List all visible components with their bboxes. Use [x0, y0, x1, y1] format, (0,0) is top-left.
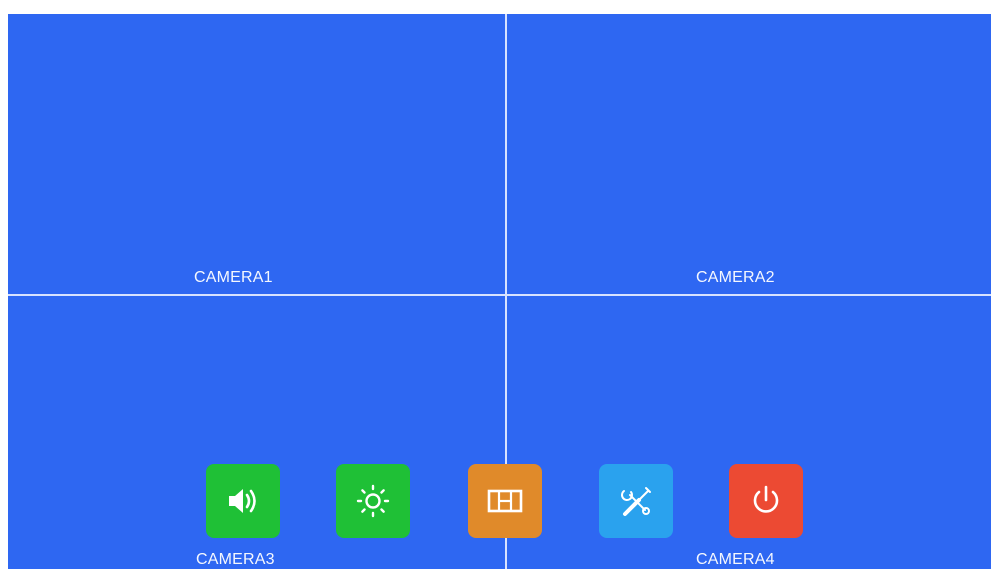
power-button[interactable]: [729, 464, 803, 538]
volume-icon: [229, 489, 256, 513]
settings-tools-icon: [621, 487, 651, 516]
volume-button[interactable]: [206, 464, 280, 538]
camera2-label: CAMERA2: [696, 269, 775, 286]
camera3-label: CAMERA3: [196, 551, 275, 568]
horizontal-divider: [8, 294, 991, 296]
power-icon: [753, 485, 779, 513]
split-screen-button[interactable]: [468, 464, 542, 538]
camera4-label: CAMERA4: [696, 551, 775, 568]
brightness-icon: [356, 484, 390, 518]
brightness-button[interactable]: [336, 464, 410, 538]
camera1-label: CAMERA1: [194, 269, 273, 286]
camera-monitor-screen: CAMERA1 CAMERA2 CAMERA3 CAMERA4: [8, 14, 991, 569]
settings-button[interactable]: [599, 464, 673, 538]
split-screen-icon: [487, 489, 523, 513]
